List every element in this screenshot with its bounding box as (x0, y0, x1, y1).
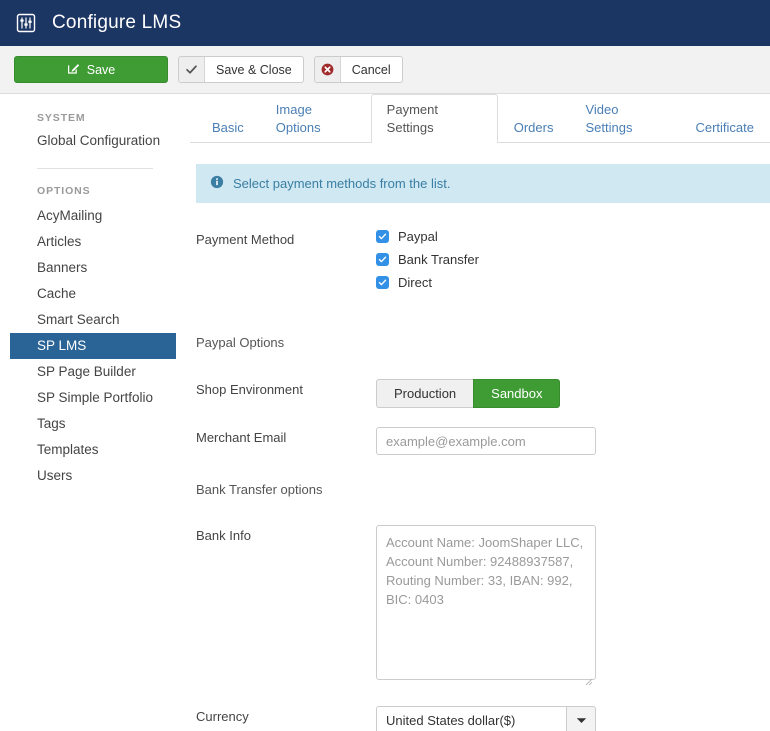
body-container: SYSTEM Global Configuration OPTIONS AcyM… (0, 94, 770, 731)
bank-info-textarea[interactable] (376, 525, 596, 680)
tab-video-settings[interactable]: Video Settings (569, 94, 679, 143)
currency-select[interactable]: United States dollar($) (376, 706, 596, 731)
info-alert: Select payment methods from the list. (196, 164, 770, 203)
tab-certificate[interactable]: Certificate (679, 112, 770, 143)
sidebar-heading-options: OPTIONS (0, 185, 190, 203)
tab-basic[interactable]: Basic (196, 112, 260, 143)
shop-environment-label: Shop Environment (196, 379, 376, 397)
edit-pencil-icon (67, 62, 80, 78)
cancel-label: Cancel (341, 57, 402, 82)
sidebar-item-templates[interactable]: Templates (0, 437, 190, 463)
main-content: Basic Image Options Payment Settings Ord… (190, 94, 770, 731)
payment-settings-form: Payment Method Paypal (190, 203, 770, 731)
info-alert-message: Select payment methods from the list. (233, 176, 450, 191)
checkbox-paypal-label: Paypal (398, 229, 438, 244)
sidebar-item-smart-search[interactable]: Smart Search (0, 307, 190, 333)
row-shop-environment: Shop Environment Production Sandbox (196, 379, 770, 408)
tab-payment-settings[interactable]: Payment Settings (371, 94, 498, 143)
sidebar-item-acymailing[interactable]: AcyMailing (0, 203, 190, 229)
merchant-email-input[interactable] (376, 427, 596, 455)
check-icon (376, 230, 389, 243)
bank-info-textarea-wrapper (376, 525, 596, 685)
sidebar-item-users[interactable]: Users (0, 463, 190, 489)
info-circle-icon (210, 175, 224, 192)
currency-selected-value[interactable]: United States dollar($) (376, 706, 566, 731)
merchant-email-label: Merchant Email (196, 427, 376, 445)
sidebar-item-sp-lms[interactable]: SP LMS (10, 333, 176, 359)
checkbox-bank-transfer-label: Bank Transfer (398, 252, 479, 267)
app-header: Configure LMS (0, 0, 770, 46)
paypal-options-heading: Paypal Options (196, 332, 376, 350)
save-and-close-label: Save & Close (205, 57, 303, 82)
tab-image-options[interactable]: Image Options (260, 94, 371, 143)
page-title: Configure LMS (52, 12, 181, 34)
checkbox-direct-label: Direct (398, 275, 432, 290)
tab-orders[interactable]: Orders (498, 112, 570, 143)
save-button[interactable]: Save (14, 56, 168, 83)
tab-bar: Basic Image Options Payment Settings Ord… (190, 112, 770, 143)
shop-environment-toggle: Production Sandbox (376, 379, 770, 408)
sidebar-item-sp-page-builder[interactable]: SP Page Builder (0, 359, 190, 385)
row-bank-transfer-heading: Bank Transfer options (196, 479, 770, 501)
bank-info-label: Bank Info (196, 525, 376, 543)
sidebar: SYSTEM Global Configuration OPTIONS AcyM… (0, 94, 190, 731)
row-currency: Currency United States dollar($) (196, 706, 770, 731)
sidebar-item-tags[interactable]: Tags (0, 411, 190, 437)
checkbox-direct[interactable]: Direct (376, 275, 770, 290)
sidebar-item-banners[interactable]: Banners (0, 255, 190, 281)
sidebar-item-cache[interactable]: Cache (0, 281, 190, 307)
row-payment-method: Payment Method Paypal (196, 229, 770, 290)
bank-transfer-options-heading: Bank Transfer options (196, 479, 376, 497)
shop-environment-sandbox-button[interactable]: Sandbox (473, 379, 560, 408)
row-merchant-email: Merchant Email (196, 427, 770, 455)
check-icon (376, 253, 389, 266)
payment-method-options: Paypal Bank Transfer (376, 229, 770, 290)
currency-label: Currency (196, 706, 376, 724)
sliders-icon (14, 11, 38, 35)
sidebar-item-sp-simple-portfolio[interactable]: SP Simple Portfolio (0, 385, 190, 411)
chevron-down-icon[interactable] (566, 706, 596, 731)
shop-environment-production-button[interactable]: Production (376, 379, 473, 408)
checkbox-paypal[interactable]: Paypal (376, 229, 770, 244)
cancel-button[interactable]: Cancel (314, 56, 403, 83)
row-bank-info: Bank Info (196, 525, 770, 685)
close-circle-icon (315, 57, 341, 82)
check-icon (179, 57, 205, 82)
save-button-label: Save (87, 63, 116, 77)
sidebar-divider (37, 168, 153, 169)
check-icon (376, 276, 389, 289)
sidebar-heading-system: SYSTEM (0, 112, 190, 130)
toolbar: Save Save & Close Cancel (0, 46, 770, 94)
row-paypal-options-heading: Paypal Options (196, 332, 770, 354)
payment-method-label: Payment Method (196, 229, 376, 247)
sidebar-item-global-configuration[interactable]: Global Configuration (0, 130, 190, 154)
save-and-close-button[interactable]: Save & Close (178, 56, 304, 83)
sidebar-item-articles[interactable]: Articles (0, 229, 190, 255)
checkbox-bank-transfer[interactable]: Bank Transfer (376, 252, 770, 267)
